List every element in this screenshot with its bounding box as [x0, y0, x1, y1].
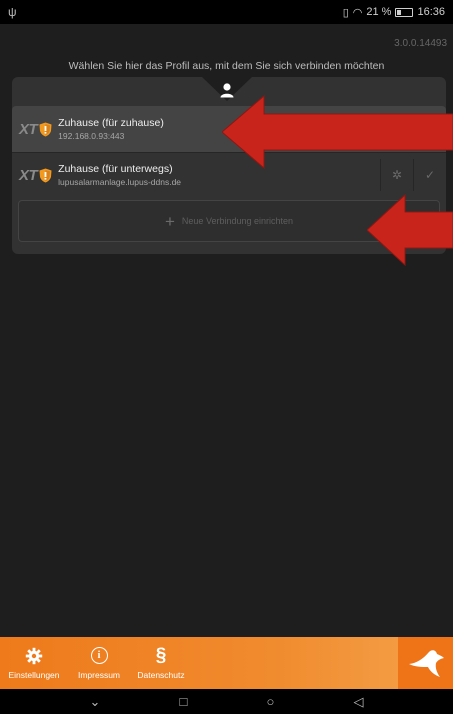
profile-hint: Wählen Sie hier das Profil aus, mit dem … [68, 60, 385, 72]
profile-title: Zuhause (für unterwegs) [58, 163, 173, 175]
xt-badge: XT [19, 166, 38, 184]
annotation-arrow [367, 193, 453, 267]
recents-icon[interactable]: □ [180, 694, 188, 709]
paragraph-icon: § [155, 644, 167, 666]
settings-label: Einstellungen [8, 669, 60, 680]
android-nav-bar: ⌄ □ ○ ◁ [0, 689, 453, 714]
plus-icon: + [164, 211, 175, 231]
status-bar: ψ ▯ ◠ 21 % 16:36 [0, 0, 453, 24]
profile-title: Zuhause (für zuhause) [58, 117, 164, 129]
battery-icon [395, 7, 414, 17]
new-connection-label: Neue Verbindung einrichten [181, 216, 294, 226]
vibrate-icon: ▯ [342, 6, 349, 19]
usb-icon: ψ [8, 5, 17, 19]
profile-text: Zuhause (für unterwegs) lupusalarmanlage… [58, 163, 181, 187]
clock: 16:36 [417, 6, 445, 18]
bottom-bar: Einstellungen i Impressum § Datenschutz [0, 637, 453, 689]
wolf-icon [408, 650, 444, 677]
profile-text: Zuhause (für zuhause) 192.168.0.93:443 [58, 117, 164, 141]
chevron-down-icon[interactable]: ⌄ [90, 694, 101, 710]
profile-address: 192.168.0.93:443 [58, 131, 125, 141]
status-right: ▯ ◠ 21 % 16:36 [343, 6, 445, 19]
xt-badge: XT [19, 120, 38, 138]
wifi-icon: ◠ [352, 6, 363, 19]
battery-percent: 21 % [366, 6, 392, 18]
home-icon[interactable]: ○ [267, 694, 275, 709]
settings-button[interactable]: Einstellungen [0, 637, 68, 689]
gear-icon [25, 647, 43, 665]
annotation-arrow [222, 95, 453, 170]
version-label: 3.0.0.14493 [394, 38, 447, 49]
impressum-button[interactable]: i Impressum [68, 637, 130, 689]
privacy-label: Datenschutz [137, 669, 185, 680]
info-icon: i [90, 647, 108, 664]
lupus-logo-button[interactable] [398, 637, 453, 689]
privacy-button[interactable]: § Datenschutz [130, 637, 192, 689]
shield-icon [39, 168, 52, 182]
profile-address: lupusalarmanlage.lupus-ddns.de [58, 177, 182, 187]
shield-icon [39, 122, 52, 136]
impressum-label: Impressum [77, 669, 121, 680]
back-icon[interactable]: ◁ [353, 694, 363, 710]
